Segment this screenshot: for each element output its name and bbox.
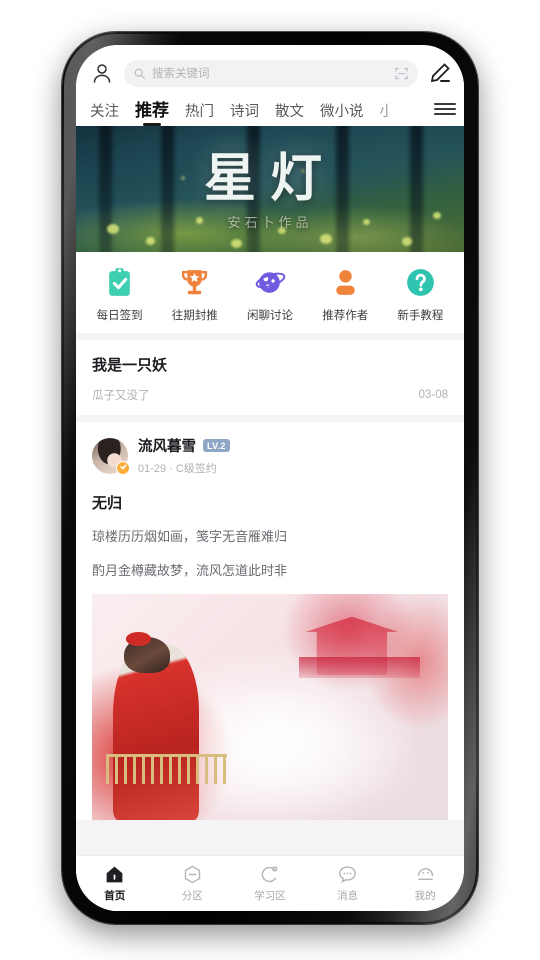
post-body-line: 琼楼历历烟如画，笺字无音雁难归 <box>92 529 288 544</box>
pencil-edit-icon[interactable] <box>428 61 452 85</box>
tab-tuijian[interactable]: 推荐 <box>135 96 169 126</box>
quick-action-label: 闲聊讨论 <box>247 310 293 322</box>
trophy-icon <box>182 270 208 295</box>
card-subtitle: 瓜子又没了 <box>92 390 150 402</box>
hamburger-bar-1 <box>434 103 456 105</box>
post-author-row[interactable]: 流风暮雪 LV.2 01-29 · C级签约 <box>92 435 448 476</box>
clipboard-check-icon <box>109 268 130 296</box>
nav-label: 我的 <box>414 890 436 902</box>
bottom-navigation-bar: 首页 分区 学习区 消息 我的 <box>76 855 464 911</box>
person-icon <box>335 270 355 295</box>
tab-shici[interactable]: 诗词 <box>230 100 259 126</box>
nav-label: 消息 <box>337 890 359 902</box>
tab-guanzhu[interactable]: 关注 <box>90 100 119 126</box>
category-tab-bar: 关注 推荐 热门 诗词 散文 微小说 小 <box>76 93 464 126</box>
firefly <box>145 236 155 245</box>
quick-action-label: 推荐作者 <box>322 310 369 322</box>
user-avatar-icon[interactable] <box>90 61 114 85</box>
feed-post[interactable]: 流风暮雪 LV.2 01-29 · C级签约 无归 琼楼历历烟如画，笺字无音雁难… <box>76 422 464 820</box>
quick-action-chat-discussion[interactable]: 闲聊讨论 <box>232 266 307 323</box>
top-bar: 搜索关键词 <box>76 45 464 93</box>
nav-label: 分区 <box>181 890 203 902</box>
level-badge: LV.2 <box>203 439 230 452</box>
quick-action-recommended-authors[interactable]: 推荐作者 <box>308 266 383 323</box>
nav-label: 首页 <box>104 890 126 902</box>
card-title: 我是一只妖 <box>92 357 168 374</box>
nav-item-messages[interactable]: 消息 <box>309 864 387 903</box>
tab-partial-next[interactable]: 小 <box>380 100 388 126</box>
home-icon <box>106 866 123 883</box>
nav-item-study[interactable]: 学习区 <box>231 864 309 903</box>
featured-banner[interactable]: 星灯 安石卜作品 <box>76 126 464 252</box>
card-date: 03-08 <box>418 389 448 401</box>
tab-weixiaoshuo[interactable]: 微小说 <box>320 100 364 126</box>
scan-icon[interactable] <box>394 66 409 81</box>
banner-subtitle: 安石卜作品 <box>227 215 313 230</box>
quick-action-row: 每日签到 往期封推 闲聊讨论 推荐作者 新手教程 <box>76 252 464 333</box>
hamburger-bar-2 <box>434 108 456 110</box>
search-input[interactable]: 搜索关键词 <box>124 59 418 87</box>
quick-action-label: 新手教程 <box>397 310 444 322</box>
hamburger-menu-icon[interactable] <box>434 100 456 126</box>
post-author-name-row: 流风暮雪 LV.2 <box>138 435 448 456</box>
verified-badge-icon <box>116 460 130 475</box>
avatar[interactable] <box>92 437 130 475</box>
tab-sanwen[interactable]: 散文 <box>275 100 304 126</box>
firefly <box>320 234 333 245</box>
post-meta: 01-29 · C级签约 <box>138 463 217 475</box>
planet-icon <box>255 272 285 293</box>
firefly <box>401 236 412 246</box>
check-glyph <box>119 464 127 470</box>
quick-action-beginner-guide[interactable]: 新手教程 <box>383 266 458 323</box>
quick-action-label: 往期封推 <box>171 310 218 322</box>
chat-bubble-icon <box>339 866 356 884</box>
study-circle-icon <box>262 866 278 883</box>
quick-action-past-features[interactable]: 往期封推 <box>157 266 232 323</box>
search-placeholder-text: 搜索关键词 <box>152 68 210 80</box>
nav-item-profile[interactable]: 我的 <box>386 864 464 903</box>
search-icon <box>134 68 145 79</box>
phone-screen: 搜索关键词 关注 推荐 热门 诗词 散文 微小说 小 星灯 安石卜作品 每日签到… <box>76 45 464 911</box>
post-title: 无归 <box>92 495 123 512</box>
post-author-name[interactable]: 流风暮雪 <box>138 435 196 456</box>
tab-scroll-container[interactable]: 关注 推荐 热门 诗词 散文 微小说 小 <box>90 96 430 126</box>
post-image-hairpin <box>125 632 151 646</box>
hamburger-bar-3 <box>434 113 456 115</box>
phone-frame: 搜索关键词 关注 推荐 热门 诗词 散文 微小说 小 星灯 安石卜作品 每日签到… <box>62 32 478 924</box>
quick-action-daily-checkin[interactable]: 每日签到 <box>82 266 157 323</box>
feed-scroll-area[interactable]: 星灯 安石卜作品 每日签到 往期封推 闲聊讨论 推荐作者 新手教程 我是一只妖 … <box>76 126 464 911</box>
card-meta-row: 瓜子又没了 03-08 <box>92 387 448 403</box>
nav-item-home[interactable]: 首页 <box>76 864 154 903</box>
post-image-railing <box>106 754 228 784</box>
tab-remen[interactable]: 热门 <box>185 100 214 126</box>
hexagon-minus-icon <box>184 865 201 884</box>
banner-title: 星灯 <box>203 151 336 208</box>
feed-card-simple[interactable]: 我是一只妖 瓜子又没了 03-08 <box>76 340 464 415</box>
post-image[interactable] <box>92 594 448 820</box>
question-circle-icon <box>407 269 434 296</box>
quick-action-label: 每日签到 <box>96 310 143 322</box>
nav-item-sections[interactable]: 分区 <box>154 864 232 903</box>
profile-circle-icon <box>417 868 433 881</box>
firefly <box>231 239 243 249</box>
nav-label: 学习区 <box>254 890 286 902</box>
post-body-line: 酌月金樽藏故梦，流风怎道此时非 <box>92 562 288 578</box>
